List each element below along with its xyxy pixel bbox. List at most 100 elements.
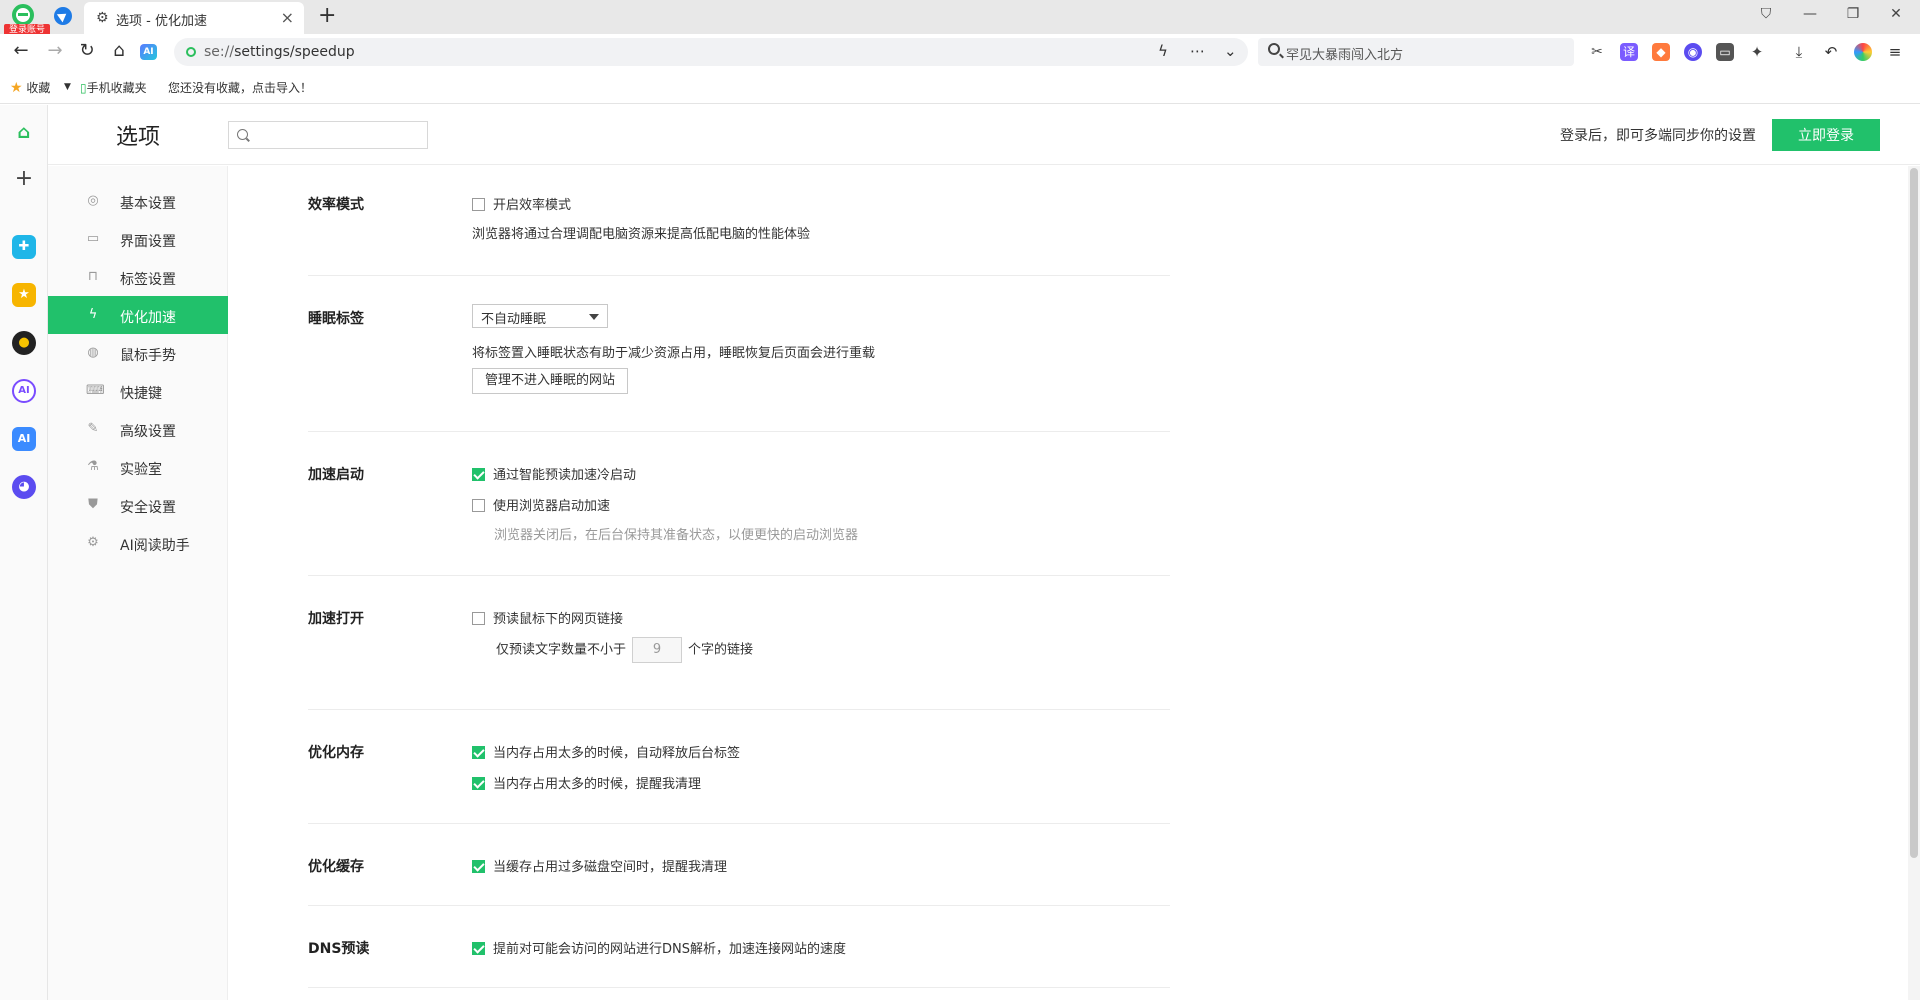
- bookmark-favorites[interactable]: ★ 收藏: [10, 79, 50, 96]
- checkbox-checked[interactable]: [472, 746, 485, 759]
- more-icon[interactable]: ⋯: [1190, 42, 1205, 60]
- search-box[interactable]: 罕见大暴雨闯入北方: [1258, 38, 1574, 66]
- settings-search-field[interactable]: [255, 126, 423, 146]
- reload-icon[interactable]: ↻: [76, 41, 98, 61]
- shirt-icon[interactable]: ⛉: [1756, 6, 1776, 22]
- bookmark-import-hint[interactable]: 您还没有收藏，点击导入！: [168, 79, 312, 96]
- reader-icon[interactable]: ▭: [1716, 43, 1734, 61]
- section-memory: 优化内存 当内存占用太多的时候，自动释放后台标签 当内存占用太多的时候，提醒我清…: [308, 710, 1170, 824]
- checkbox-unchecked[interactable]: [472, 612, 485, 625]
- download-icon[interactable]: ⤓: [1790, 43, 1808, 61]
- checkbox-checked[interactable]: [472, 942, 485, 955]
- nav-item-label: 界面设置: [120, 234, 176, 250]
- new-tab-icon[interactable]: +: [318, 3, 336, 28]
- wrench-icon: ✎: [87, 421, 99, 436]
- checkbox-unchecked[interactable]: [472, 499, 485, 512]
- checkbox-unchecked[interactable]: [472, 198, 485, 211]
- tab-active[interactable]: ⚙ 选项 - 优化加速 ×: [84, 2, 304, 34]
- scissors-icon[interactable]: ✂: [1588, 43, 1606, 61]
- bookmark-mobile[interactable]: ▯手机收藏夹: [80, 79, 147, 96]
- section-title: 优化内存: [308, 745, 364, 761]
- translate-icon[interactable]: 译: [1620, 43, 1638, 61]
- checkbox-checked[interactable]: [472, 860, 485, 873]
- tab-strip: 登录账号 ⚙ 选项 - 优化加速 × + ⛉ — ❐ ✕: [0, 0, 1920, 36]
- startup-boost-checkbox[interactable]: 使用浏览器启动加速: [472, 495, 610, 514]
- sleep-desc: 将标签置入睡眠状态有助于减少资源占用，睡眠恢复后页面会进行重载: [472, 346, 876, 361]
- memory-remind-checkbox[interactable]: 当内存占用太多的时候，提醒我清理: [472, 773, 701, 792]
- section-title: 加速打开: [308, 611, 364, 627]
- prefetch-links-checkbox[interactable]: 预读鼠标下的网页链接: [472, 608, 623, 627]
- back-icon[interactable]: ←: [10, 41, 32, 61]
- restore-icon[interactable]: ❐: [1843, 6, 1863, 22]
- extensions-icon[interactable]: ✦: [1748, 43, 1766, 61]
- bot-app-icon[interactable]: ●: [12, 331, 36, 355]
- nav-item-security[interactable]: ⛊ 安全设置: [48, 486, 228, 524]
- profile-avatar[interactable]: 登录账号: [4, 2, 50, 36]
- nav-item-interface[interactable]: ▭ 界面设置: [48, 220, 228, 258]
- nav-item-advanced[interactable]: ✎ 高级设置: [48, 410, 228, 448]
- efficiency-mode-checkbox[interactable]: 开启效率模式: [472, 194, 571, 213]
- home-icon[interactable]: ⌂: [12, 121, 36, 145]
- min-chars-input[interactable]: 9: [632, 637, 683, 663]
- sleep-select[interactable]: 不自动睡眠: [472, 304, 608, 332]
- nav-item-tabs[interactable]: ⊓ 标签设置: [48, 258, 228, 296]
- nav-item-speedup[interactable]: ϟ 优化加速: [48, 296, 228, 334]
- section-efficiency: 效率模式 开启效率模式 浏览器将通过合理调配电脑资源来提高低配电脑的性能体验: [308, 166, 1170, 276]
- nav-item-lab[interactable]: ⚗ 实验室: [48, 448, 228, 486]
- memory-release-checkbox[interactable]: 当内存占用太多的时候，自动释放后台标签: [472, 742, 740, 761]
- star-icon: ★: [10, 80, 23, 96]
- browser-logo-icon: [12, 4, 34, 26]
- home-icon[interactable]: ⌂: [108, 41, 130, 61]
- search-placeholder: 罕见大暴雨闯入北方: [1286, 48, 1404, 63]
- lightning-icon[interactable]: ϟ: [1158, 42, 1168, 60]
- section-open: 加速打开 预读鼠标下的网页链接 仅预读文字数量不小于 9 个字的链接: [308, 576, 1170, 710]
- chevron-down-icon[interactable]: ⌄: [1224, 42, 1237, 60]
- nav-item-gestures[interactable]: ◍ 鼠标手势: [48, 334, 228, 372]
- keyboard-icon: ⌨: [86, 383, 105, 398]
- add-icon[interactable]: +: [12, 167, 36, 191]
- nav-item-ai-reader[interactable]: ⚙ AI阅读助手: [48, 524, 228, 562]
- manage-sleep-exempt-button[interactable]: 管理不进入睡眠的网站: [472, 368, 629, 394]
- minimize-icon[interactable]: —: [1800, 6, 1820, 22]
- pinned-tab-icon[interactable]: [54, 7, 72, 25]
- game-icon[interactable]: ◆: [1652, 43, 1670, 61]
- settings-search-input[interactable]: [228, 121, 428, 149]
- cache-remind-checkbox[interactable]: 当缓存占用过多磁盘空间时，提醒我清理: [472, 856, 727, 875]
- ai-icon[interactable]: AI: [140, 44, 157, 60]
- menu-icon[interactable]: ≡: [1886, 43, 1904, 61]
- dns-prefetch-checkbox[interactable]: 提前对可能会访问的网站进行DNS解析，加速连接网站的速度: [472, 938, 846, 957]
- close-window-icon[interactable]: ✕: [1886, 6, 1906, 22]
- star-app-icon[interactable]: ★: [12, 283, 36, 307]
- ai-ring-app-icon[interactable]: AI: [12, 379, 36, 403]
- tab-close-icon[interactable]: ×: [281, 8, 294, 27]
- checkbox-checked[interactable]: [472, 777, 485, 790]
- scrollbar[interactable]: [1908, 166, 1920, 1000]
- secure-icon: [186, 47, 196, 57]
- undo-icon[interactable]: ↶: [1822, 43, 1840, 61]
- settings-nav: ◎ 基本设置 ▭ 界面设置 ⊓ 标签设置 ϟ 优化加速 ◍ 鼠标手势 ⌨ 快捷键…: [48, 166, 228, 1000]
- nav-item-label: 标签设置: [120, 272, 176, 288]
- scrollbar-thumb[interactable]: [1910, 168, 1918, 858]
- nav-item-label: 安全设置: [120, 500, 176, 516]
- window-icon: ▭: [86, 231, 100, 246]
- colorful-app-icon[interactable]: [1854, 43, 1872, 61]
- chat-app-icon[interactable]: ◕: [12, 475, 36, 499]
- ai-app-icon[interactable]: AI: [12, 427, 36, 451]
- checkbox-checked[interactable]: [472, 468, 485, 481]
- smart-preload-checkbox[interactable]: 通过智能预读加速冷启动: [472, 464, 636, 483]
- nav-item-label: 优化加速: [120, 310, 176, 326]
- nav-item-shortcuts[interactable]: ⌨ 快捷键: [48, 372, 228, 410]
- sleep-dropdown[interactable]: 不自动睡眠: [472, 304, 608, 328]
- lightning-icon: ϟ: [88, 307, 98, 322]
- forward-icon[interactable]: →: [44, 41, 66, 61]
- assistant-icon[interactable]: ◉: [1684, 43, 1702, 61]
- login-button[interactable]: 立即登录: [1772, 119, 1880, 151]
- nav-item-label: 快捷键: [120, 386, 162, 402]
- nav-item-basic[interactable]: ◎ 基本设置: [48, 182, 228, 220]
- chevron-down-icon[interactable]: ▼: [64, 82, 71, 92]
- shield-icon: ⛊: [88, 497, 98, 512]
- address-bar[interactable]: se://settings/speedup ϟ ⋯ ⌄: [174, 38, 1248, 66]
- nav-item-label: 高级设置: [120, 424, 176, 440]
- page-title: 选项: [116, 125, 161, 150]
- plus-app-icon[interactable]: ✚: [12, 235, 36, 259]
